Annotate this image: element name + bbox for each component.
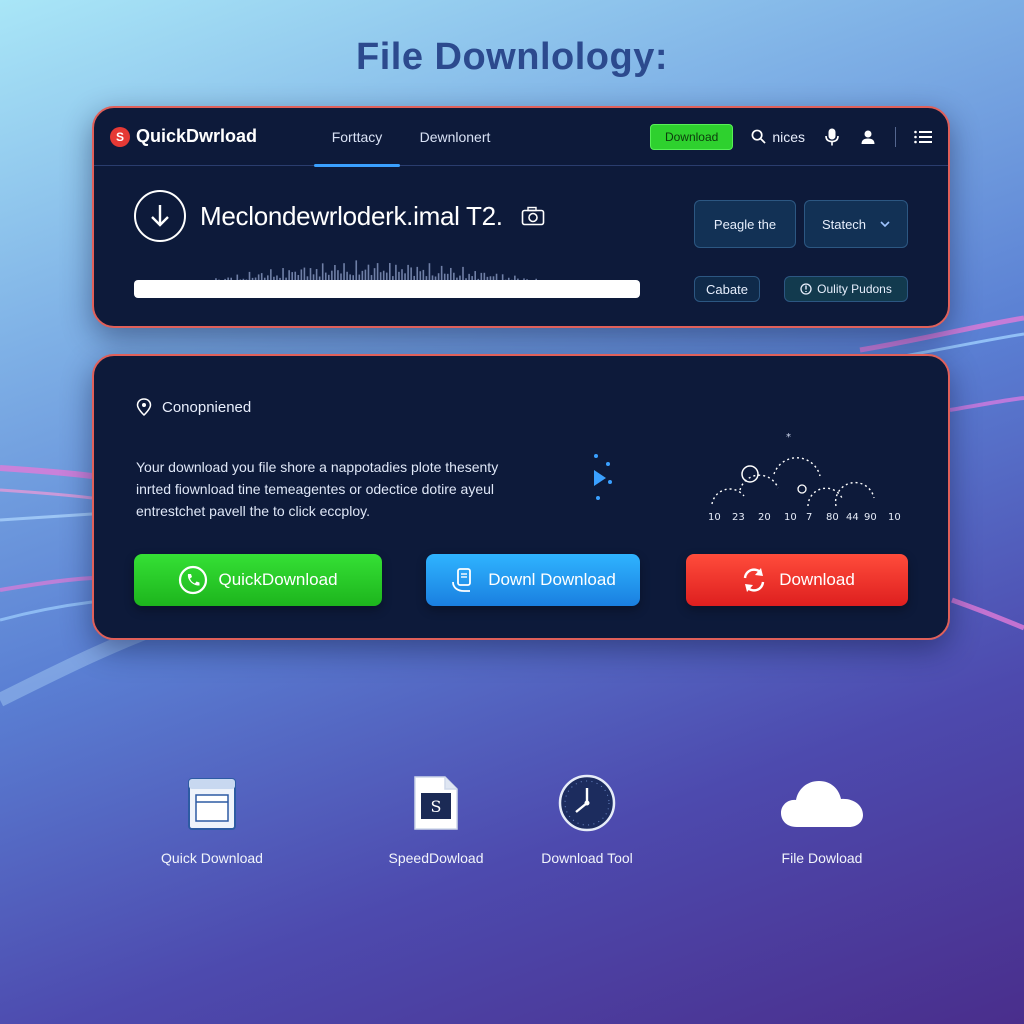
gauge-label: 10 — [888, 512, 901, 523]
clock-icon — [558, 774, 616, 832]
nav-divider — [895, 126, 896, 147]
status-description: Your download you file shore a nappotadi… — [136, 456, 556, 522]
gauge-label: 80 — [826, 512, 839, 523]
play-icon[interactable] — [588, 452, 618, 504]
cloud-icon — [781, 781, 863, 827]
window-icon — [188, 778, 236, 830]
gauge-label: 44 — [846, 512, 859, 523]
navbar: S QuickDwrload Forttacy Dewnlonert Downl… — [94, 108, 948, 167]
tool-label: Quick Download — [161, 850, 263, 866]
description-line: inrted fiownload tine temeagentes or ode… — [136, 481, 494, 497]
gauge-label: 23 — [732, 512, 745, 523]
file-name: Meclondewrloderk.imal T2. — [200, 200, 503, 231]
hand-device-icon — [452, 568, 472, 592]
tool-file-download[interactable]: File Dowload — [742, 772, 902, 866]
status-label: Conopniened — [162, 398, 252, 416]
quality-options-label: Oulity Pudons — [817, 282, 892, 296]
camera-icon[interactable] — [521, 206, 545, 226]
svg-text:S: S — [431, 797, 442, 816]
quality-icon — [800, 283, 812, 295]
gauge-label: 10 — [708, 512, 721, 523]
quickdownload-button[interactable]: QuickDownload — [134, 554, 382, 606]
download-panel: S QuickDwrload Forttacy Dewnlonert Downl… — [92, 106, 950, 328]
download-arrow-icon — [134, 190, 186, 242]
gauge-label: 90 — [864, 512, 877, 523]
statech-label: Statech — [821, 216, 867, 232]
chevron-down-icon — [880, 221, 890, 228]
nav-actions: Download nices — [649, 123, 932, 150]
tool-download-tool[interactable]: Download Tool — [507, 772, 667, 866]
page-title: File Downlology: — [356, 36, 668, 78]
tool-quick-download[interactable]: Quick Download — [132, 772, 292, 866]
document-s-icon: S — [414, 776, 458, 830]
file-row: Meclondewrloderk.imal T2. — [134, 190, 545, 242]
status-row: Conopniened — [136, 398, 251, 416]
gauge-label: 10 — [784, 512, 797, 523]
gauge-label: 7 — [806, 512, 812, 523]
peagle-button[interactable]: Peagle the — [694, 200, 796, 248]
download-progress-bar — [134, 280, 640, 298]
quality-options-button[interactable]: Oulity Pudons — [784, 276, 908, 302]
search-icon — [751, 129, 766, 144]
nav-search[interactable]: nices — [751, 129, 805, 145]
quickdownload-label: QuickDownload — [218, 570, 338, 589]
downl-download-button[interactable]: Downl Download — [426, 554, 640, 606]
location-pin-icon — [136, 398, 152, 416]
nav-download-button[interactable]: Download — [649, 123, 734, 150]
download-button[interactable]: Download — [686, 554, 908, 606]
search-label: nices — [772, 128, 805, 145]
tab-forttacy[interactable]: Forttacy — [314, 108, 400, 167]
tool-label: Download Tool — [541, 850, 633, 866]
refresh-icon — [743, 568, 765, 592]
tool-label: SpeedDowload — [388, 850, 484, 866]
downl-download-label: Downl Download — [488, 570, 616, 589]
speed-gauge: * 10 23 20 10 7 80 44 90 10 — [708, 432, 901, 523]
brand-logo-icon: S — [110, 126, 130, 147]
gauge-label: 20 — [758, 512, 771, 523]
gauge-marker: * — [786, 432, 791, 443]
user-icon[interactable] — [859, 128, 877, 146]
statech-dropdown[interactable]: Statech — [804, 200, 908, 248]
tool-speed-download[interactable]: S SpeedDowload — [356, 772, 516, 866]
cabate-button[interactable]: Cabate — [694, 276, 760, 302]
tool-label: File Dowload — [781, 850, 863, 866]
status-panel: Conopniened Your download you file shore… — [92, 354, 950, 640]
brand[interactable]: S QuickDwrload — [110, 126, 310, 147]
microphone-icon[interactable] — [823, 128, 841, 146]
menu-icon[interactable] — [914, 128, 932, 146]
description-line: Your download you file shore a nappotadi… — [136, 459, 499, 475]
download-label: Download — [779, 570, 855, 589]
tab-dewnlonert[interactable]: Dewnlonert — [400, 108, 510, 166]
description-line: entrestchet pavell the to click eccploy. — [136, 503, 370, 519]
brand-name: QuickDwrload — [136, 126, 258, 146]
phone-icon — [179, 565, 208, 595]
